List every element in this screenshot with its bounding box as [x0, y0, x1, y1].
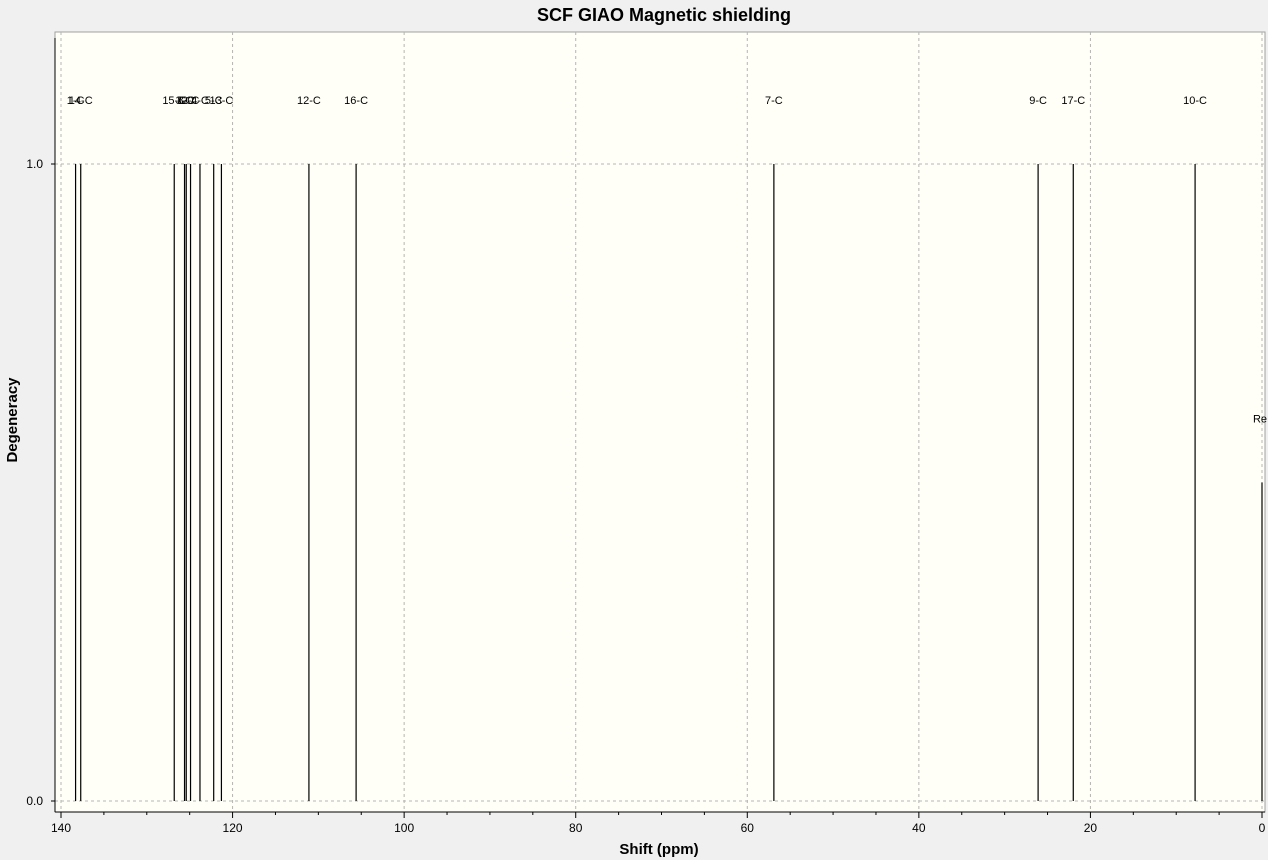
- peak-label: Re: [1253, 414, 1267, 426]
- nmr-chart: 1-C14-C 15-C3-C8-C2-C4-C5-C13-C 12-C 16-C 7-…: [4, 5, 1267, 858]
- y-tick-label: 0.0: [26, 794, 43, 808]
- chart-title: SCF GIAO Magnetic shielding: [537, 5, 791, 25]
- x-axis-label: Shift (ppm): [619, 841, 698, 858]
- peak-label: 13-C: [209, 95, 233, 107]
- peak-label: 12-C: [297, 95, 321, 107]
- y-tick-label: 1.0: [26, 157, 43, 171]
- x-tick-label: 80: [569, 821, 583, 835]
- x-tick-label: 60: [741, 821, 755, 835]
- x-tick-label: 40: [912, 821, 926, 835]
- x-tick-label: 20: [1084, 821, 1098, 835]
- plot-area: [54, 31, 1266, 813]
- x-tick-label: 100: [394, 821, 414, 835]
- peak-label: 17-C: [1061, 95, 1085, 107]
- peak-label: 10-C: [1183, 95, 1207, 107]
- y-axis-label: Degeneracy: [4, 377, 21, 463]
- peak-label: 14-C: [69, 95, 93, 107]
- x-tick-label: 120: [223, 821, 243, 835]
- peak-label: 7-C: [765, 95, 783, 107]
- x-tick-label: 0: [1259, 821, 1266, 835]
- x-tick-label: 140: [51, 821, 71, 835]
- peak-label: 16-C: [344, 95, 368, 107]
- peak-label: 9-C: [1029, 95, 1047, 107]
